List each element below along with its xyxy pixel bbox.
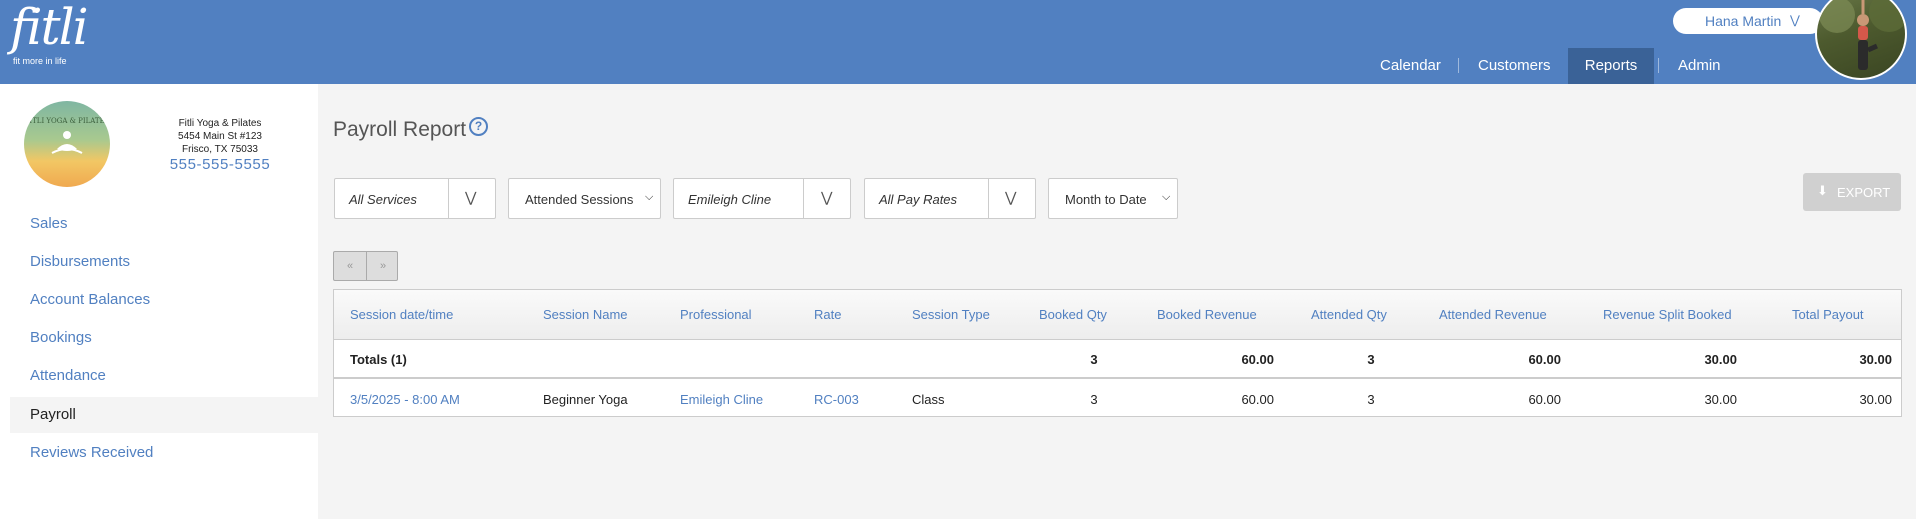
- pay-rates-filter-value: All Pay Rates: [879, 192, 958, 207]
- nav-separator: [1658, 58, 1659, 73]
- date-range-select[interactable]: Month to Date ⌵: [1048, 178, 1178, 219]
- pager: « »: [333, 251, 398, 281]
- totals-booked-revenue: 60.00: [1241, 352, 1274, 367]
- col-professional[interactable]: Professional: [680, 307, 752, 322]
- sessions-select[interactable]: Attended Sessions ⌵: [508, 178, 661, 219]
- divider: [803, 179, 804, 218]
- col-session-name[interactable]: Session Name: [543, 307, 628, 322]
- pay-rates-filter[interactable]: All Pay Rates ⋁: [864, 178, 1036, 219]
- sidebar-item-account-balances[interactable]: Account Balances: [10, 282, 318, 318]
- top-bar: fitli fit more in life Hana Martin ⋁ Cal…: [0, 0, 1916, 84]
- col-session-datetime[interactable]: Session date/time: [350, 307, 453, 322]
- page-title: Payroll Report: [333, 118, 467, 141]
- sidebar-item-bookings[interactable]: Bookings: [10, 320, 318, 356]
- export-label: EXPORT: [1837, 185, 1891, 200]
- studio-address-line2: Frisco, TX 75033: [182, 144, 258, 155]
- double-chevron-down-icon: ⋁: [1005, 189, 1017, 205]
- user-menu[interactable]: Hana Martin ⋁: [1673, 8, 1823, 34]
- avatar[interactable]: [1815, 0, 1907, 80]
- nav-customers[interactable]: Customers: [1478, 48, 1558, 84]
- double-chevron-down-icon: ⋁: [465, 189, 477, 205]
- chevron-down-icon: ⌵: [1162, 191, 1171, 203]
- row-booked-revenue: 60.00: [1241, 392, 1274, 407]
- studio-address-line1: 5454 Main St #123: [178, 131, 262, 142]
- logo-wordmark: fitli: [10, 0, 89, 56]
- logo-tagline: fit more in life: [13, 56, 67, 66]
- studio-logo: FITLI YOGA & PILATES: [24, 101, 110, 187]
- row-total-payout: 30.00: [1859, 392, 1892, 407]
- studio-address: Fitli Yoga & Pilates 5454 Main St #123 F…: [150, 117, 290, 156]
- col-booked-qty[interactable]: Booked Qty: [1039, 307, 1107, 322]
- next-page-button[interactable]: »: [367, 252, 399, 280]
- row-revenue-split-booked: 30.00: [1704, 392, 1737, 407]
- row-session-name: Beginner Yoga: [543, 392, 628, 407]
- table-row: 3/5/2025 - 8:00 AM Beginner Yoga Emileig…: [334, 381, 1901, 418]
- nav-admin[interactable]: Admin: [1678, 48, 1738, 84]
- chevron-down-icon: ⋁: [1790, 13, 1800, 27]
- col-attended-revenue[interactable]: Attended Revenue: [1439, 307, 1547, 322]
- nav-calendar[interactable]: Calendar: [1380, 48, 1441, 84]
- col-total-payout[interactable]: Total Payout: [1792, 307, 1864, 322]
- col-attended-qty[interactable]: Attended Qty: [1311, 307, 1387, 322]
- row-session-type: Class: [912, 392, 945, 407]
- totals-label: Totals (1): [350, 352, 407, 367]
- services-filter[interactable]: All Services ⋁: [334, 178, 496, 219]
- payroll-table: Session date/time Session Name Professio…: [333, 289, 1902, 417]
- totals-revenue-split-booked: 30.00: [1704, 352, 1737, 367]
- row-booked-qty: 3: [1090, 392, 1098, 407]
- divider: [448, 179, 449, 218]
- col-session-type[interactable]: Session Type: [912, 307, 990, 322]
- totals-attended-revenue: 60.00: [1528, 352, 1561, 367]
- double-chevron-down-icon: ⋁: [821, 189, 833, 205]
- row-professional[interactable]: Emileigh Cline: [680, 392, 763, 407]
- fitli-logo[interactable]: fitli fit more in life: [10, 0, 89, 66]
- professional-filter[interactable]: Emileigh Cline ⋁: [673, 178, 851, 219]
- sidebar-item-sales[interactable]: Sales: [10, 206, 318, 242]
- row-attended-revenue: 60.00: [1528, 392, 1561, 407]
- totals-total-payout: 30.00: [1859, 352, 1892, 367]
- table-header: Session date/time Session Name Professio…: [334, 290, 1901, 340]
- svg-text:FITLI YOGA & PILATES: FITLI YOGA & PILATES: [25, 117, 110, 125]
- date-range-select-value: Month to Date: [1065, 192, 1147, 207]
- sidebar-item-disbursements[interactable]: Disbursements: [10, 244, 318, 280]
- totals-booked-qty: 3: [1090, 352, 1098, 367]
- services-filter-value: All Services: [349, 192, 417, 207]
- user-name: Hana Martin: [1705, 13, 1782, 29]
- totals-row: Totals (1) 3 60.00 3 60.00 30.00 30.00: [334, 341, 1901, 379]
- help-icon[interactable]: ?: [469, 117, 488, 136]
- sessions-select-value: Attended Sessions: [525, 192, 634, 207]
- chevron-down-icon: ⌵: [645, 191, 654, 203]
- avatar-photo: [1819, 0, 1905, 70]
- studio-name: Fitli Yoga & Pilates: [178, 118, 262, 129]
- row-attended-qty: 3: [1367, 392, 1375, 407]
- prev-page-button[interactable]: «: [334, 252, 366, 280]
- row-session-datetime[interactable]: 3/5/2025 - 8:00 AM: [350, 392, 460, 407]
- col-rate[interactable]: Rate: [814, 307, 841, 322]
- col-revenue-split-booked[interactable]: Revenue Split Booked: [1603, 307, 1732, 322]
- totals-attended-qty: 3: [1367, 352, 1375, 367]
- divider: [988, 179, 989, 218]
- professional-filter-value: Emileigh Cline: [688, 192, 772, 207]
- export-button[interactable]: ⬇ EXPORT: [1803, 173, 1901, 211]
- sidebar-item-payroll[interactable]: Payroll: [10, 397, 318, 433]
- studio-phone[interactable]: 555-555-5555: [150, 156, 290, 173]
- row-rate[interactable]: RC-003: [814, 392, 859, 407]
- sidebar-item-attendance[interactable]: Attendance: [10, 358, 318, 394]
- sidebar-item-reviews-received[interactable]: Reviews Received: [10, 435, 318, 471]
- sidebar: FITLI YOGA & PILATES Fitli Yoga & Pilate…: [0, 84, 318, 519]
- nav-separator: [1458, 58, 1459, 73]
- col-booked-revenue[interactable]: Booked Revenue: [1157, 307, 1257, 322]
- download-icon: ⬇: [1817, 183, 1828, 198]
- nav-reports[interactable]: Reports: [1568, 48, 1654, 84]
- lotus-icon: FITLI YOGA & PILATES: [25, 117, 110, 154]
